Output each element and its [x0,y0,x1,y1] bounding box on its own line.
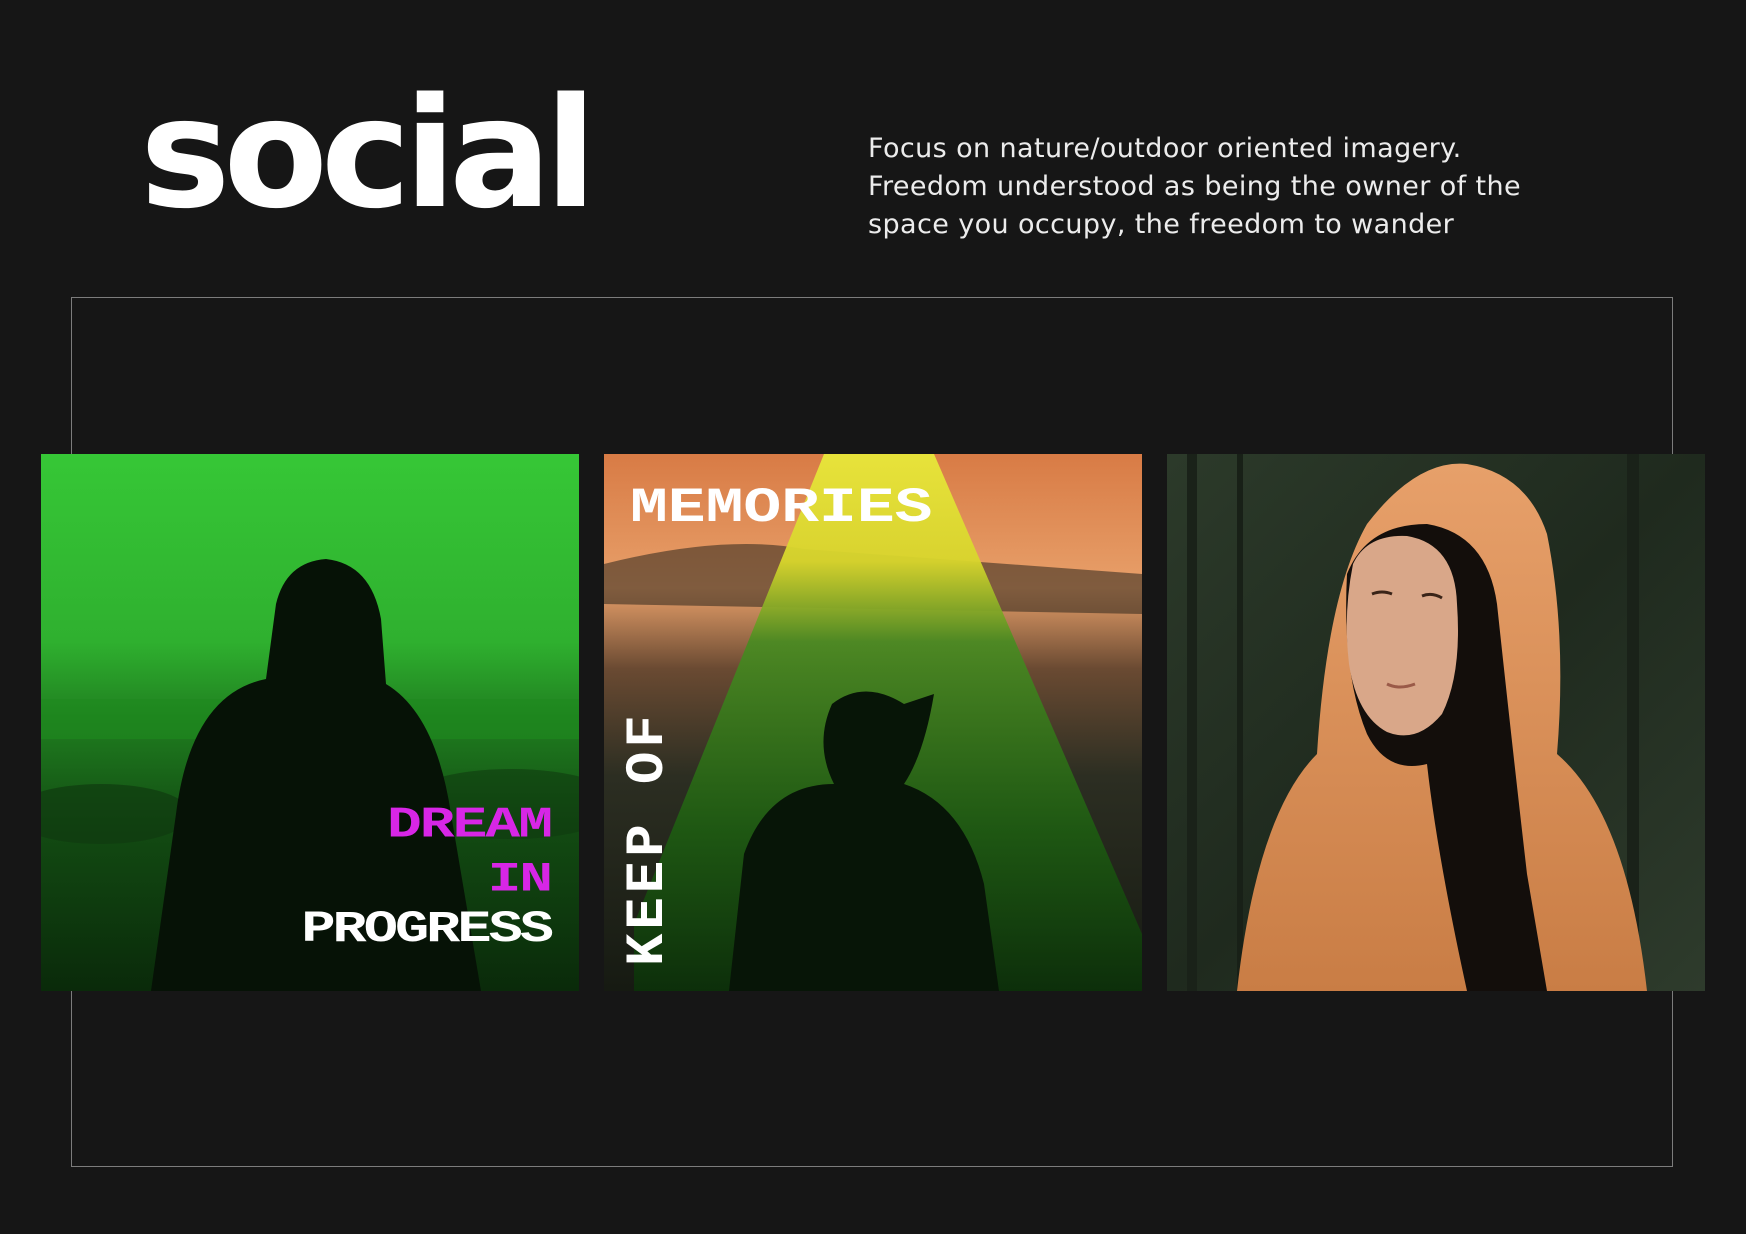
post-line-dream: DREAM [386,801,553,850]
page-title: social [140,65,597,242]
social-post-keep-of-memories: MEMORIES KEEP OF [604,454,1142,991]
post-line-progress: PROGRESS [301,904,554,955]
social-post-portrait [1167,454,1705,991]
description-line: space you occupy, the freedom to wander [868,209,1455,240]
page-description: Focus on nature/outdoor oriented imagery… [868,130,1688,244]
description-line: Focus on nature/outdoor oriented imagery… [868,133,1462,164]
description-line: Freedom understood as being the owner of… [868,171,1522,202]
post-title-memories: MEMORIES [630,480,933,537]
post-image-woman-orange-hoodie [1167,454,1705,991]
post-line-in: IN [487,855,553,903]
social-post-dream-in-progress: DREAM IN PROGRESS [41,454,579,991]
post-vertical-keep-of: KEEP OF [618,711,679,966]
